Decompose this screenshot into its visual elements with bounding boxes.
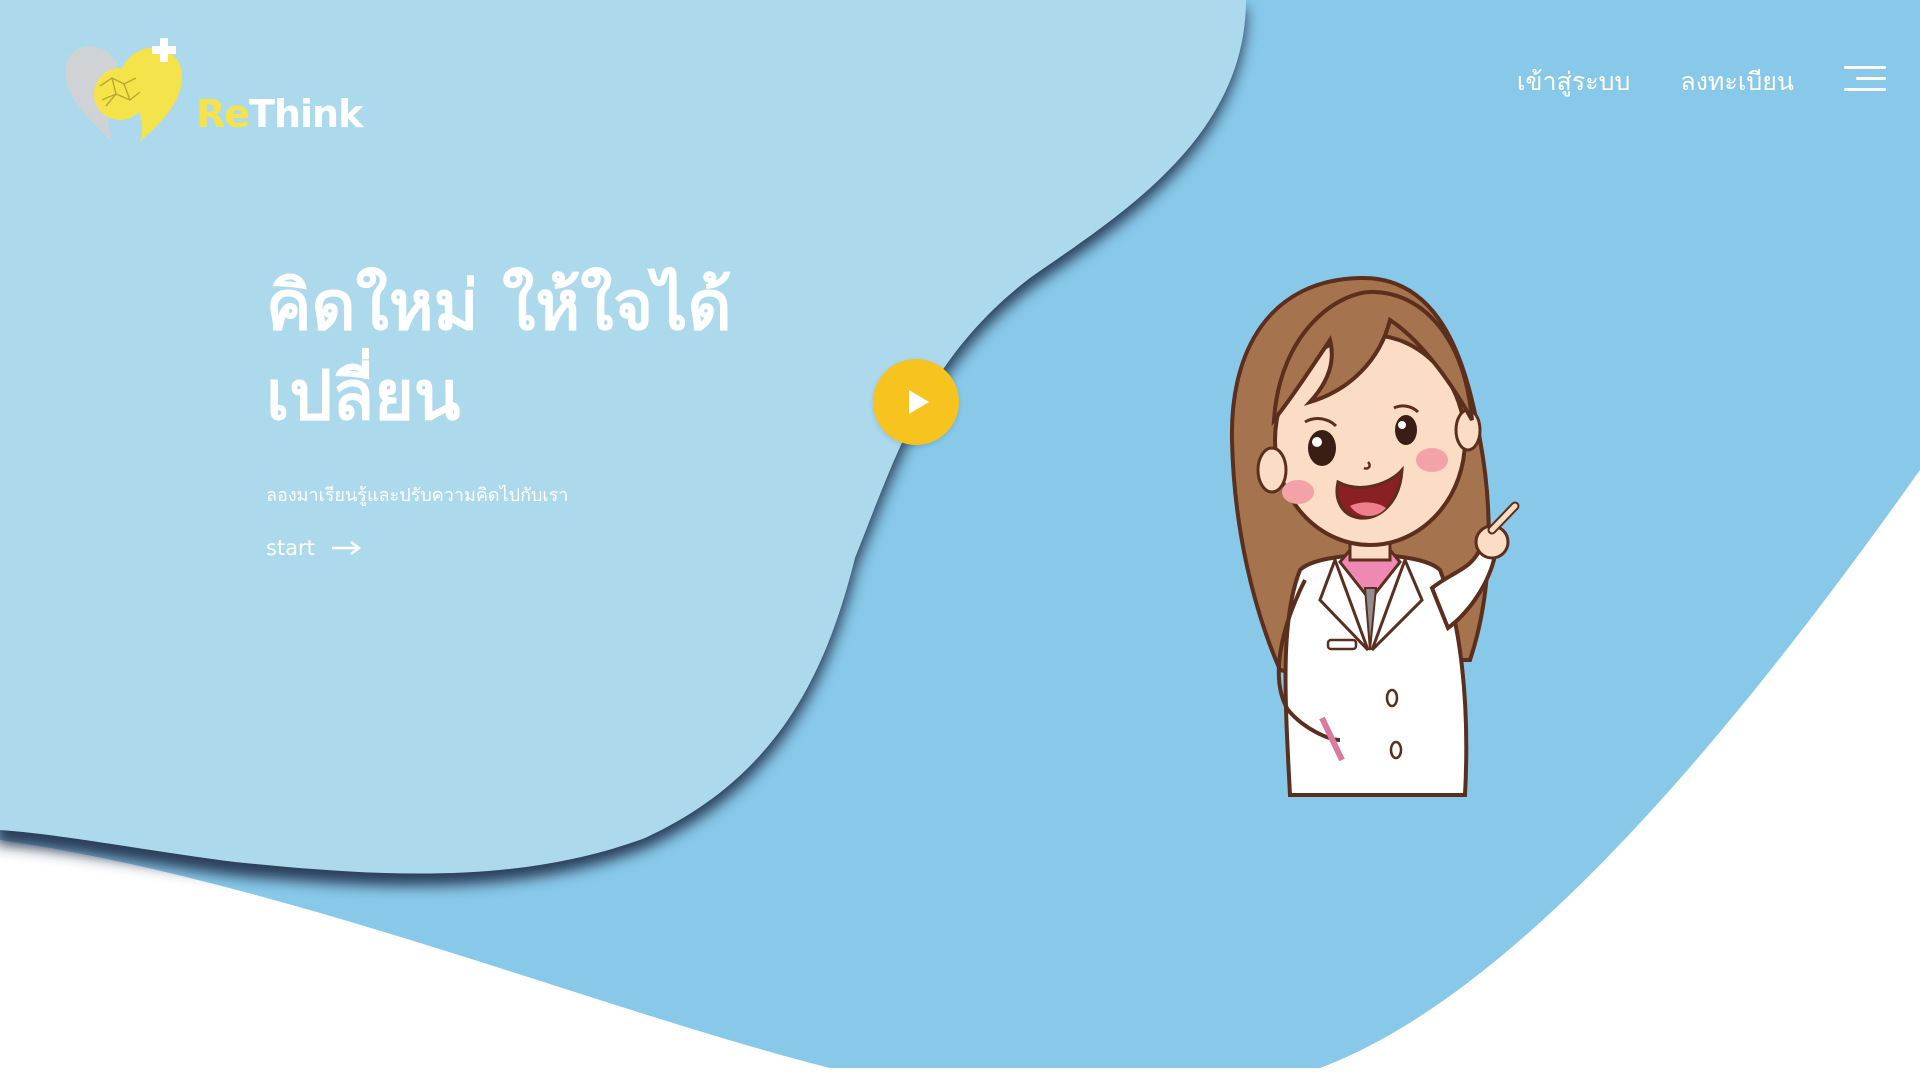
menu-line	[1856, 77, 1886, 80]
brand-name: ReThink	[196, 92, 363, 136]
hero-title: คิดใหม่ ให้ใจได้ เปลี่ยน	[266, 262, 826, 442]
menu-line	[1844, 88, 1886, 91]
play-icon	[908, 390, 929, 414]
login-link[interactable]: เข้าสู่ระบบ	[1517, 62, 1631, 102]
hero-title-line2: เปลี่ยน	[266, 357, 461, 436]
start-button[interactable]: start	[266, 536, 361, 560]
arrow-right-icon	[331, 541, 361, 555]
brand-name-suffix: Think	[249, 92, 363, 136]
register-link[interactable]: ลงทะเบียน	[1680, 62, 1794, 102]
hamburger-menu-icon[interactable]	[1844, 66, 1886, 92]
hero-subtitle: ลองมาเรียนรู้และปรับความคิดไปกับเรา	[266, 485, 569, 506]
landing-page: ReThink เข้าสู่ระบบ ลงทะเบียน คิดใหม่ ให…	[0, 0, 1920, 1080]
menu-line	[1844, 66, 1886, 69]
heart-brain-plus-logo-icon	[65, 38, 182, 143]
top-nav: เข้าสู่ระบบ ลงทะเบียน	[1517, 62, 1794, 102]
brand-logo[interactable]: ReThink	[60, 34, 363, 144]
brand-name-prefix: Re	[196, 92, 250, 136]
start-label: start	[266, 536, 315, 560]
hero-title-line1: คิดใหม่ ให้ใจได้	[266, 267, 732, 346]
doctor-girl-illustration	[1229, 275, 1520, 797]
play-video-button[interactable]	[873, 359, 959, 445]
